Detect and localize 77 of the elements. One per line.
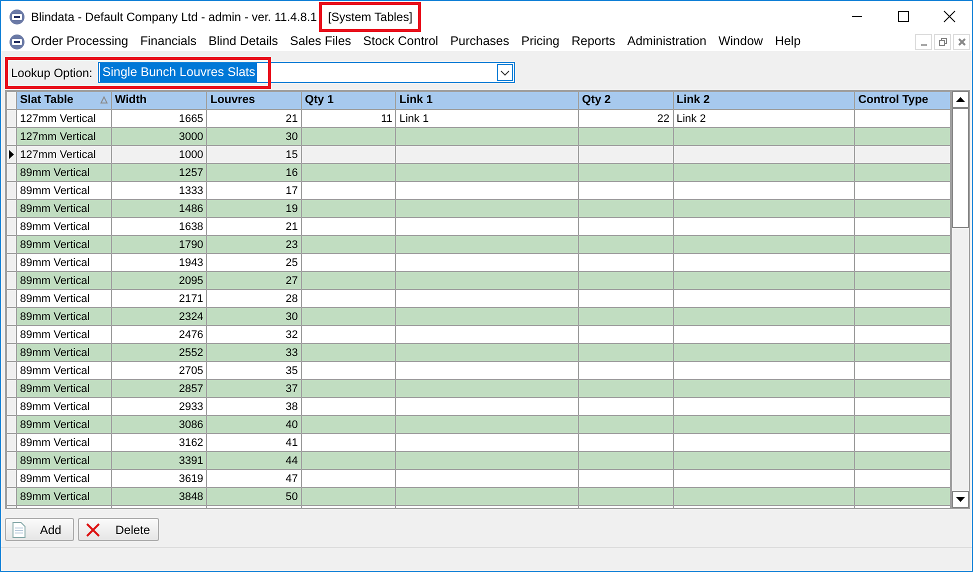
app-logo-icon — [9, 8, 25, 24]
table-cell: 37 — [206, 380, 302, 398]
column-header[interactable]: Louvres — [206, 92, 302, 110]
menu-item[interactable]: Blind Details — [202, 33, 284, 50]
table-cell: 19 — [206, 200, 302, 218]
column-header[interactable]: Link 2 — [673, 92, 855, 110]
table-cell: 89mm Vertical — [16, 308, 112, 326]
menu-item[interactable]: Purchases — [444, 33, 516, 50]
minimize-icon — [920, 44, 926, 46]
table-cell: 3848 — [111, 488, 207, 506]
table-cell: 27 — [206, 272, 302, 290]
table-cell: 33 — [206, 344, 302, 362]
table-cell: 23 — [206, 236, 302, 254]
table-cell: 2857 — [111, 380, 207, 398]
scroll-thumb[interactable] — [952, 108, 969, 228]
table-cell: 3000 — [111, 128, 207, 146]
menu-item[interactable]: Financials — [134, 33, 203, 50]
field-label: Lookup Option: — [11, 64, 92, 82]
table-cell: 1486 — [111, 200, 207, 218]
column-header[interactable]: Qty 2 — [578, 92, 673, 110]
table-cell: 89mm Vertical — [16, 200, 112, 218]
table-cell: 89mm Vertical — [16, 272, 112, 290]
x-icon — [85, 522, 102, 538]
scroll-up-button[interactable] — [952, 91, 969, 108]
table-cell: 30 — [206, 128, 302, 146]
column-header[interactable]: Width — [111, 92, 207, 110]
table-cell: 89mm Vertical — [16, 416, 112, 434]
table-cell: 16 — [206, 164, 302, 182]
table-cell: 50 — [206, 488, 302, 506]
table-cell: 3391 — [111, 452, 207, 470]
menu-item[interactable]: Help — [768, 33, 807, 50]
table-cell: 127mm Vertical — [16, 146, 112, 164]
close-icon — [956, 36, 966, 46]
menu-item[interactable]: Pricing — [515, 33, 566, 50]
table-cell: 89mm Vertical — [16, 236, 112, 254]
minimize-button[interactable] — [915, 34, 932, 50]
column-header[interactable]: Control Type — [854, 92, 951, 110]
restore-button[interactable] — [934, 34, 951, 50]
table-cell: 30 — [206, 308, 302, 326]
menu-item[interactable]: Administration — [621, 33, 712, 50]
table-cell: 89mm Vertical — [16, 344, 112, 362]
scroll-down-icon — [956, 497, 966, 502]
restore-icon — [938, 36, 948, 46]
scroll-down-button[interactable] — [952, 491, 969, 508]
menu-item[interactable]: Order Processing — [25, 33, 134, 50]
menu-item[interactable]: Reports — [565, 33, 622, 50]
table-cell: 2095 — [111, 272, 207, 290]
document-icon — [12, 522, 26, 538]
column-header[interactable]: Slat Table — [16, 92, 112, 110]
dropdown-field[interactable]: Single Bunch Louvres Slats — [98, 62, 516, 83]
maximize-icon — [896, 10, 910, 23]
scroll-up-icon — [956, 97, 966, 102]
table-cell: 89mm Vertical — [16, 164, 112, 182]
caret-icon — [500, 70, 510, 76]
window-title: Blindata - Default Company Ltd - admin - ver. 11.4.8.1 — [31, 8, 317, 26]
table-cell: 3086 — [111, 416, 207, 434]
menu-item[interactable]: Stock Control — [357, 33, 444, 50]
add-button[interactable]: Add — [5, 518, 74, 541]
table-cell: 40 — [206, 416, 302, 434]
table-cell: 15 — [206, 146, 302, 164]
table-cell: 89mm Vertical — [16, 452, 112, 470]
window-title-tag: [System Tables] — [322, 4, 418, 28]
table-cell: 44 — [206, 452, 302, 470]
menu-item[interactable]: Window — [712, 33, 769, 50]
table-cell: 89mm Vertical — [16, 488, 112, 506]
column-header[interactable]: Link 1 — [396, 92, 579, 110]
table-cell: 89mm Vertical — [16, 380, 112, 398]
table-cell: 127mm Vertical — [16, 128, 112, 146]
table-cell: 1257 — [111, 164, 207, 182]
table-cell: 1000 — [111, 146, 207, 164]
table-cell: 2324 — [111, 308, 207, 326]
column-header[interactable]: Qty 1 — [301, 92, 396, 110]
table-cell: 1790 — [111, 236, 207, 254]
menu-item[interactable]: Sales Files — [284, 33, 358, 50]
delete-button[interactable]: Delete — [78, 518, 160, 541]
table-cell: 2552 — [111, 344, 207, 362]
close-icon — [942, 10, 956, 23]
